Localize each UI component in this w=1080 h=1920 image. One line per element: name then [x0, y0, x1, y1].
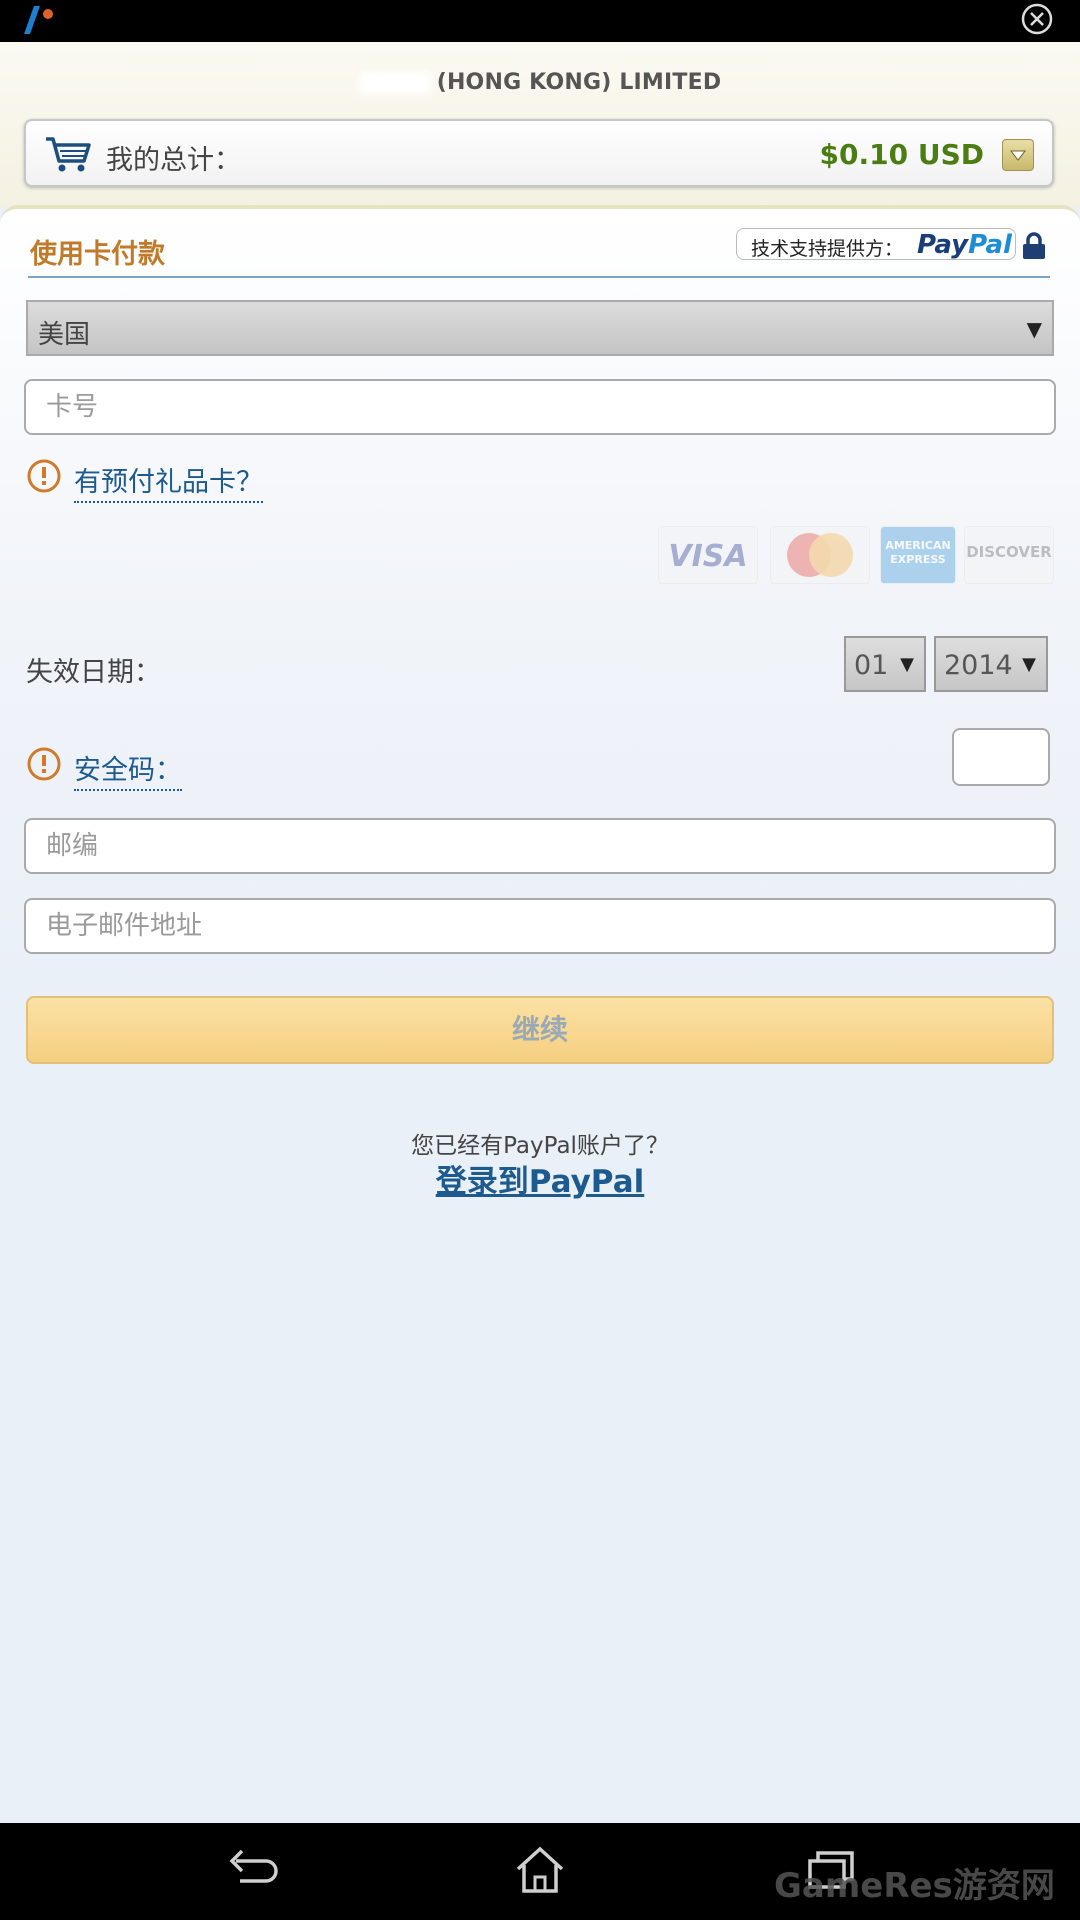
- exp-year-select[interactable]: 2014 ▼: [934, 636, 1048, 692]
- watermark: GameRes游资网: [774, 1866, 1055, 1906]
- order-total-bar[interactable]: 我的总计： $0.10 USD: [24, 119, 1054, 187]
- login-paypal-link-text[interactable]: 登录到PayPal: [436, 1164, 645, 1200]
- existing-account-prompt: 您已经有PayPal账户了？: [411, 1133, 669, 1159]
- section-title: 使用卡付款: [30, 239, 165, 270]
- paypal-logo: PayPal: [917, 230, 1012, 260]
- chevron-down-icon: ▼: [900, 654, 914, 675]
- email-input[interactable]: [24, 898, 1056, 954]
- merchant-name: (HONG KONG) LIMITED: [0, 70, 1080, 95]
- app-logo: [24, 6, 53, 34]
- country-value: 美国: [38, 320, 91, 350]
- discover-logo: DISCOVER: [964, 526, 1054, 584]
- continue-button[interactable]: 继续: [26, 996, 1054, 1064]
- powered-by-badge: 技术支持提供方： PayPal: [736, 228, 1016, 260]
- info-icon: [27, 459, 61, 493]
- visa-logo: VISA: [658, 526, 758, 584]
- exp-month-select[interactable]: 01 ▼: [844, 636, 926, 692]
- mastercard-logo: [770, 526, 870, 584]
- expiration-label: 失效日期：: [26, 657, 161, 688]
- cart-icon: [46, 137, 91, 172]
- gift-card-link[interactable]: 有预付礼品卡？: [74, 460, 263, 503]
- lock-icon: [1023, 232, 1045, 259]
- security-code-input[interactable]: [952, 728, 1050, 786]
- total-amount: $0.10 USD: [819, 138, 984, 171]
- exp-year-value: 2014: [944, 650, 1013, 681]
- back-icon[interactable]: [222, 1845, 278, 1895]
- section-divider: [28, 276, 1050, 278]
- total-label: 我的总计：: [106, 145, 241, 176]
- amex-logo: AMERICAN EXPRESS: [880, 526, 956, 584]
- chevron-down-icon: ▼: [1022, 654, 1036, 675]
- info-icon: [27, 747, 61, 781]
- system-nav-bar: GameRes游资网: [0, 1823, 1080, 1920]
- home-icon[interactable]: [512, 1845, 568, 1895]
- security-code-link[interactable]: 安全码：: [74, 748, 182, 791]
- chevron-down-icon: ▼: [1026, 317, 1042, 341]
- close-icon[interactable]: [1020, 2, 1054, 36]
- merchant-name-redacted: [358, 72, 431, 94]
- powered-by-label: 技术支持提供方：: [751, 238, 904, 260]
- postal-code-input[interactable]: [24, 818, 1056, 874]
- top-bar: [0, 0, 1080, 42]
- country-select[interactable]: 美国 ▼: [26, 300, 1054, 356]
- exp-month-value: 01: [854, 650, 889, 681]
- card-number-input[interactable]: [24, 379, 1056, 435]
- dropdown-toggle-icon[interactable]: [1002, 139, 1034, 171]
- login-paypal-link: 登录到PayPal: [0, 1156, 1080, 1201]
